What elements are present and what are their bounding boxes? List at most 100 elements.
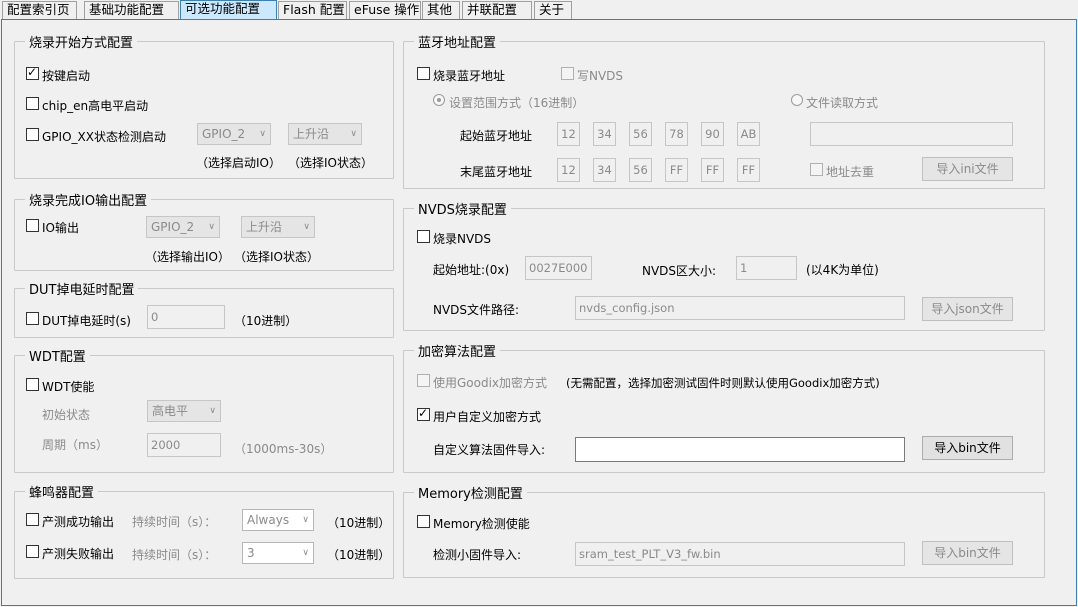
dut-delay-input[interactable]: 0 [147,305,225,329]
nvds-burn-checkbox[interactable] [417,230,430,243]
bt-range-mode-radio[interactable] [433,94,445,106]
buzzer-success-value: Always [247,513,290,527]
start-gpio-value: GPIO_2 [202,127,246,141]
nvds-path-input[interactable]: nvds_config.json [575,296,905,320]
wdt-enable-checkbox[interactable] [26,378,39,391]
wdt-init-state-value: 高电平 [152,404,189,418]
chip-en-checkbox[interactable] [26,97,39,110]
tab-optional-config[interactable]: 可选功能配置 [180,0,277,20]
custom-fw-label: 自定义算法固件导入: [433,443,546,457]
bt-start-byte-1[interactable]: 12 [557,122,580,146]
tab-parallel-config[interactable]: 并联配置 [462,1,532,19]
import-json-button[interactable]: 导入json文件 [922,297,1013,321]
bt-start-byte-3[interactable]: 56 [629,122,652,146]
import-bin-encrypt-button[interactable]: 导入bin文件 [922,436,1013,460]
dut-delay-hint: （10进制） [234,314,298,328]
buzzer-fail-hint: （10进制） [327,548,391,562]
tab-config-index[interactable]: 配置索引页 [2,1,77,19]
goodix-encrypt-checkbox[interactable] [417,374,430,387]
gpio-detect-label: GPIO_XX状态检测启动 [42,130,166,144]
start-gpio-select[interactable]: GPIO_2 ∨ [197,123,271,145]
buzzer-success-label: 产测成功输出 [42,515,115,529]
bt-start-byte-4[interactable]: 78 [665,122,688,146]
goodix-encrypt-label: 使用Goodix加密方式 [433,376,548,390]
buzzer-success-select[interactable]: Always ∨ [242,509,314,531]
bt-end-addr-label: 末尾蓝牙地址 [460,165,533,179]
key-start-checkbox[interactable] [26,65,39,80]
tab-flash-config[interactable]: Flash 配置 [278,1,347,19]
import-bin-memory-button[interactable]: 导入bin文件 [922,541,1013,565]
memory-title: Memory检测配置 [414,483,527,502]
wdt-title: WDT配置 [25,346,90,365]
chevron-down-icon: ∨ [350,129,357,139]
buzzer-success-duration-label: 持续时间（s）： [132,515,217,529]
bt-dedupe-checkbox[interactable] [810,163,823,176]
buzzer-fail-duration-label: 持续时间（s）： [132,548,217,562]
io-output-checkbox[interactable] [26,219,39,232]
tab-basic-config[interactable]: 基础功能配置 [84,1,179,19]
dut-delay-checkbox[interactable] [26,312,39,325]
bt-file-mode-radio[interactable] [791,94,803,106]
buzzer-fail-label: 产测失败输出 [42,547,115,561]
chevron-down-icon: ∨ [302,548,309,558]
buzzer-title: 蜂鸣器配置 [25,482,99,501]
bt-title: 蓝牙地址配置 [414,32,501,51]
chevron-down-icon: ∨ [302,515,309,525]
bt-end-byte-2[interactable]: 34 [593,158,616,182]
tab-other[interactable]: 其他 [422,1,460,19]
nvds-start-addr-input[interactable]: 0027E000 [525,256,592,280]
custom-fw-input[interactable] [575,437,905,462]
bt-burn-label: 烧录蓝牙地址 [433,69,506,83]
burn-start-title: 烧录开始方式配置 [25,32,138,51]
bt-start-byte-5[interactable]: 90 [701,122,724,146]
bt-end-byte-5[interactable]: FF [701,158,724,182]
nvds-start-addr-label: 起始地址:(0x) [433,263,510,277]
nvds-burn-label: 烧录NVDS [433,232,492,246]
nvds-size-input[interactable]: 1 [736,256,797,280]
tab-about[interactable]: 关于 [534,1,572,19]
output-gpio-select[interactable]: GPIO_2 ∨ [146,216,220,238]
memory-fw-label: 检测小固件导入: [433,548,522,562]
bt-end-byte-1[interactable]: 12 [557,158,580,182]
bt-burn-checkbox[interactable] [417,67,430,80]
custom-encrypt-label: 用户自定义加密方式 [433,410,542,424]
memory-fw-input[interactable]: sram_test_PLT_V3_fw.bin [575,542,905,566]
memory-enable-checkbox[interactable] [417,515,430,528]
start-io-hint: （选择启动IO） [196,156,281,170]
bt-write-nvds-checkbox[interactable] [561,67,574,80]
bt-end-byte-3[interactable]: 56 [629,158,652,182]
encrypt-title: 加密算法配置 [414,341,501,360]
bt-start-addr-label: 起始蓝牙地址 [460,129,533,143]
goodix-encrypt-hint: (无需配置，选择加密测试固件时则默认使用Goodix加密方式) [566,376,880,390]
wdt-period-input[interactable]: 2000 [147,433,221,457]
output-gpio-value: GPIO_2 [151,220,195,234]
tab-efuse[interactable]: eFuse 操作 [349,1,421,19]
wdt-enable-label: WDT使能 [42,380,95,394]
bt-dedupe-label: 地址去重 [826,165,875,179]
dut-title: DUT掉电延时配置 [25,279,139,298]
bt-end-byte-4[interactable]: FF [665,158,688,182]
bt-write-nvds-label: 写NVDS [577,69,624,83]
custom-encrypt-checkbox[interactable] [417,406,430,421]
buzzer-group: 蜂鸣器配置 [14,482,394,579]
import-ini-button[interactable]: 导入ini文件 [922,157,1013,181]
start-state-select[interactable]: 上升沿 ∨ [288,123,362,145]
buzzer-fail-select[interactable]: 3 ∨ [242,542,314,564]
buzzer-fail-checkbox[interactable] [26,545,39,558]
chevron-down-icon: ∨ [209,406,216,416]
nvds-title: NVDS烧录配置 [414,199,511,218]
bt-start-byte-6[interactable]: AB [737,122,760,146]
chevron-down-icon: ∨ [208,222,215,232]
bt-file-path-input[interactable] [810,122,1013,146]
buzzer-success-checkbox[interactable] [26,513,39,526]
chevron-down-icon: ∨ [303,222,310,232]
output-state-value: 上升沿 [246,220,283,234]
bt-file-mode-label: 文件读取方式 [806,96,879,110]
output-state-select[interactable]: 上升沿 ∨ [241,216,315,238]
bt-end-byte-6[interactable]: FF [737,158,760,182]
gpio-detect-checkbox[interactable] [26,128,39,141]
io-output-label: IO输出 [42,221,79,235]
bt-start-byte-2[interactable]: 34 [593,122,616,146]
wdt-init-state-select[interactable]: 高电平 ∨ [147,400,221,422]
wdt-init-state-label: 初始状态 [42,408,91,422]
